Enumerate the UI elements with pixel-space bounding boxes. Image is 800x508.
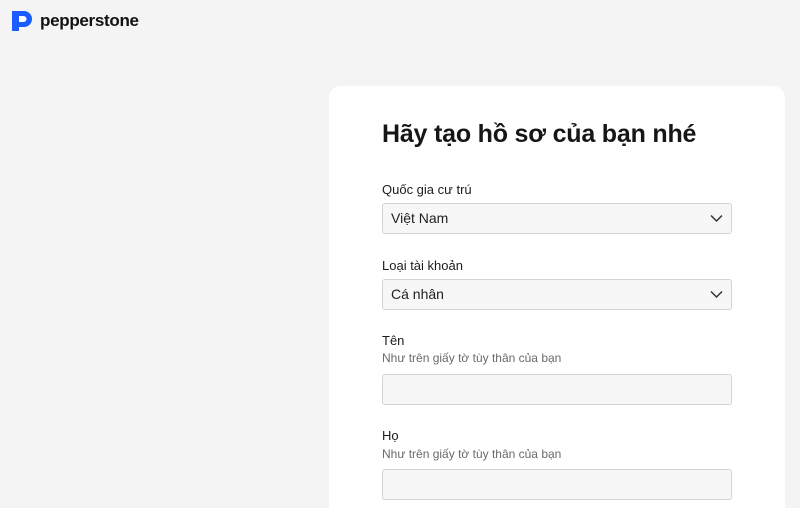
country-select-value: Việt Nam xyxy=(391,210,449,226)
account-type-select-value: Cá nhân xyxy=(391,286,444,302)
pepperstone-logo-icon xyxy=(12,11,32,31)
chevron-down-icon xyxy=(710,214,723,223)
page: pepperstone Hãy tạo hồ sơ của bạn nhé Qu… xyxy=(0,0,800,508)
account-type-select[interactable]: Cá nhân xyxy=(382,279,732,310)
brand-name: pepperstone xyxy=(40,11,139,30)
last-name-hint: Như trên giấy tờ tùy thân của bạn xyxy=(382,447,562,461)
last-name-label: Họ xyxy=(382,428,399,443)
account-type-label: Loại tài khoản xyxy=(382,258,463,273)
profile-form-card: Hãy tạo hồ sơ của bạn nhé Quốc gia cư tr… xyxy=(329,86,785,508)
country-label: Quốc gia cư trú xyxy=(382,182,472,197)
last-name-field[interactable] xyxy=(382,469,732,500)
first-name-hint: Như trên giấy tờ tùy thân của bạn xyxy=(382,351,562,365)
country-select[interactable]: Việt Nam xyxy=(382,203,732,234)
chevron-down-icon xyxy=(710,290,723,299)
first-name-field[interactable] xyxy=(382,374,732,405)
page-title: Hãy tạo hồ sơ của bạn nhé xyxy=(382,120,697,148)
brand-logo[interactable]: pepperstone xyxy=(10,9,139,33)
first-name-label: Tên xyxy=(382,333,405,348)
